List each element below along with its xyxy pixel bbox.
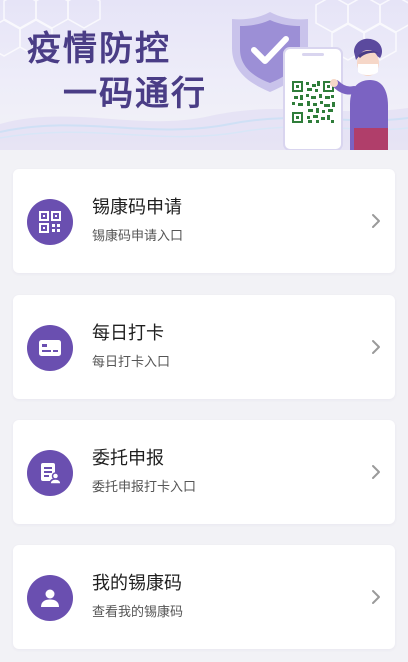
icon-badge: [27, 450, 73, 496]
menu-title: 我的锡康码: [92, 573, 182, 594]
qr-code-image: [291, 80, 335, 124]
menu-subtitle: 锡康码申请入口: [92, 229, 184, 244]
header-banner: 疫情防控 一码通行: [0, 0, 408, 150]
menu-subtitle: 委托申报打卡入口: [92, 480, 197, 495]
icon-badge: [27, 199, 73, 245]
slogan-line-2: 一码通行: [63, 74, 207, 114]
menu-title: 锡康码申请: [92, 197, 182, 218]
icon-badge: [27, 575, 73, 621]
chevron-right-icon: [372, 214, 380, 228]
menu-subtitle: 每日打卡入口: [92, 355, 171, 370]
health-code-illustration: [232, 12, 388, 150]
menu-card-delegate-report[interactable]: 委托申报 委托申报打卡入口: [13, 420, 395, 524]
chevron-right-icon: [372, 465, 380, 479]
icon-badge: [27, 325, 73, 371]
chevron-right-icon: [372, 590, 380, 604]
menu-card-health-code-apply[interactable]: 锡康码申请 锡康码申请入口: [13, 169, 395, 273]
menu-title: 每日打卡: [92, 323, 164, 344]
menu-title: 委托申报: [92, 448, 164, 469]
slogan-line-1: 疫情防控: [27, 29, 171, 69]
menu-subtitle: 查看我的锡康码: [92, 605, 184, 620]
menu-card-daily-checkin[interactable]: 每日打卡 每日打卡入口: [13, 295, 395, 399]
qr-code-icon: [39, 211, 61, 233]
chevron-right-icon: [372, 340, 380, 354]
menu-card-my-health-code[interactable]: 我的锡康码 查看我的锡康码: [13, 545, 395, 649]
delegate-form-icon: [41, 463, 61, 484]
id-card-icon: [39, 340, 61, 356]
user-icon: [41, 589, 59, 607]
